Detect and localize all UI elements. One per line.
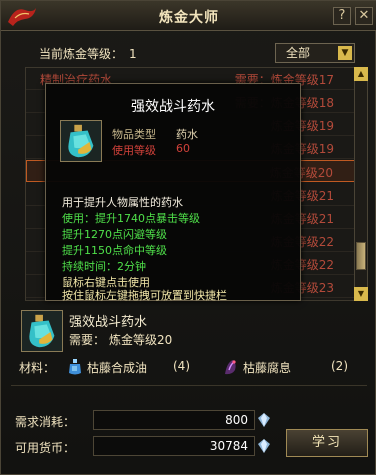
available-currency-label: 可用货币：	[15, 441, 76, 455]
tooltip-effect-line: 提升1150点命中等级	[62, 244, 167, 257]
rot-essence-icon[interactable]	[223, 358, 239, 376]
section-divider	[11, 385, 367, 386]
window-title: 炼金大师	[159, 10, 219, 26]
item-tooltip: 强效战斗药水 物品类型 药水 使用等级 60 用于提升人物属性的药水 使用：提升…	[45, 83, 301, 302]
tooltip-hint-line: 按住鼠标左键拖拽可放置到快捷栏	[62, 289, 227, 302]
title-bar: 炼金大师 ? ✕	[1, 1, 376, 31]
tooltip-type-value: 药水	[176, 128, 198, 141]
current-level: 当前炼金等级： 1	[39, 45, 137, 62]
tooltip-use-level-value: 60	[176, 142, 190, 155]
available-currency-value: 30784	[93, 436, 255, 456]
category-filter-select[interactable]: 全部 ▼	[275, 43, 355, 63]
currency-gem-icon	[258, 413, 270, 427]
alchemy-master-window: 炼金大师 ? ✕ 当前炼金等级： 1 全部 ▼ 精制治疗药水 需要：炼金等级17 …	[0, 0, 376, 475]
tooltip-use-level-label: 使用等级	[112, 144, 156, 157]
tooltip-description: 用于提升人物属性的药水	[62, 196, 183, 209]
selected-req-value: 炼金等级20	[109, 333, 173, 347]
help-button[interactable]: ?	[333, 7, 351, 25]
material-name: 枯藤合成油	[87, 361, 148, 375]
required-cost-value: 800	[93, 410, 255, 430]
materials-label: 材料：	[19, 361, 56, 375]
material-count: (4)	[173, 359, 190, 373]
tooltip-effect-line: 提升1270点闪避等级	[62, 228, 167, 241]
scroll-thumb[interactable]	[356, 242, 366, 270]
required-cost-label: 需求消耗：	[15, 415, 76, 429]
selected-potion-icon[interactable]	[21, 310, 63, 352]
scroll-down-icon[interactable]: ▼	[354, 287, 368, 301]
tooltip-type-label: 物品类型	[112, 128, 156, 141]
current-level-value: 1	[129, 47, 137, 61]
chevron-down-icon: ▼	[338, 46, 352, 60]
tooltip-item-name: 强效战斗药水	[131, 99, 215, 115]
tooltip-duration-line: 持续时间：2分钟	[62, 260, 146, 273]
currency-gem-icon	[258, 439, 270, 453]
tooltip-effect-line: 使用：提升1740点暴击等级	[62, 212, 200, 225]
close-button[interactable]: ✕	[355, 7, 373, 25]
selected-recipe-requirement: 需要： 炼金等级20	[69, 331, 172, 348]
material-name: 枯藤腐息	[243, 361, 292, 375]
filter-selected-value: 全部	[286, 46, 311, 60]
recipe-list-scrollbar[interactable]: ▲ ▼	[354, 67, 368, 301]
selected-req-label: 需要：	[69, 333, 106, 347]
oil-bottle-icon[interactable]	[67, 358, 83, 376]
learn-button[interactable]: 学习	[286, 429, 368, 457]
scroll-up-icon[interactable]: ▲	[354, 67, 368, 81]
selected-recipe-name: 强效战斗药水	[69, 315, 148, 330]
potion-icon	[60, 120, 102, 162]
material-count: (2)	[331, 359, 348, 373]
current-level-label: 当前炼金等级：	[39, 47, 124, 61]
